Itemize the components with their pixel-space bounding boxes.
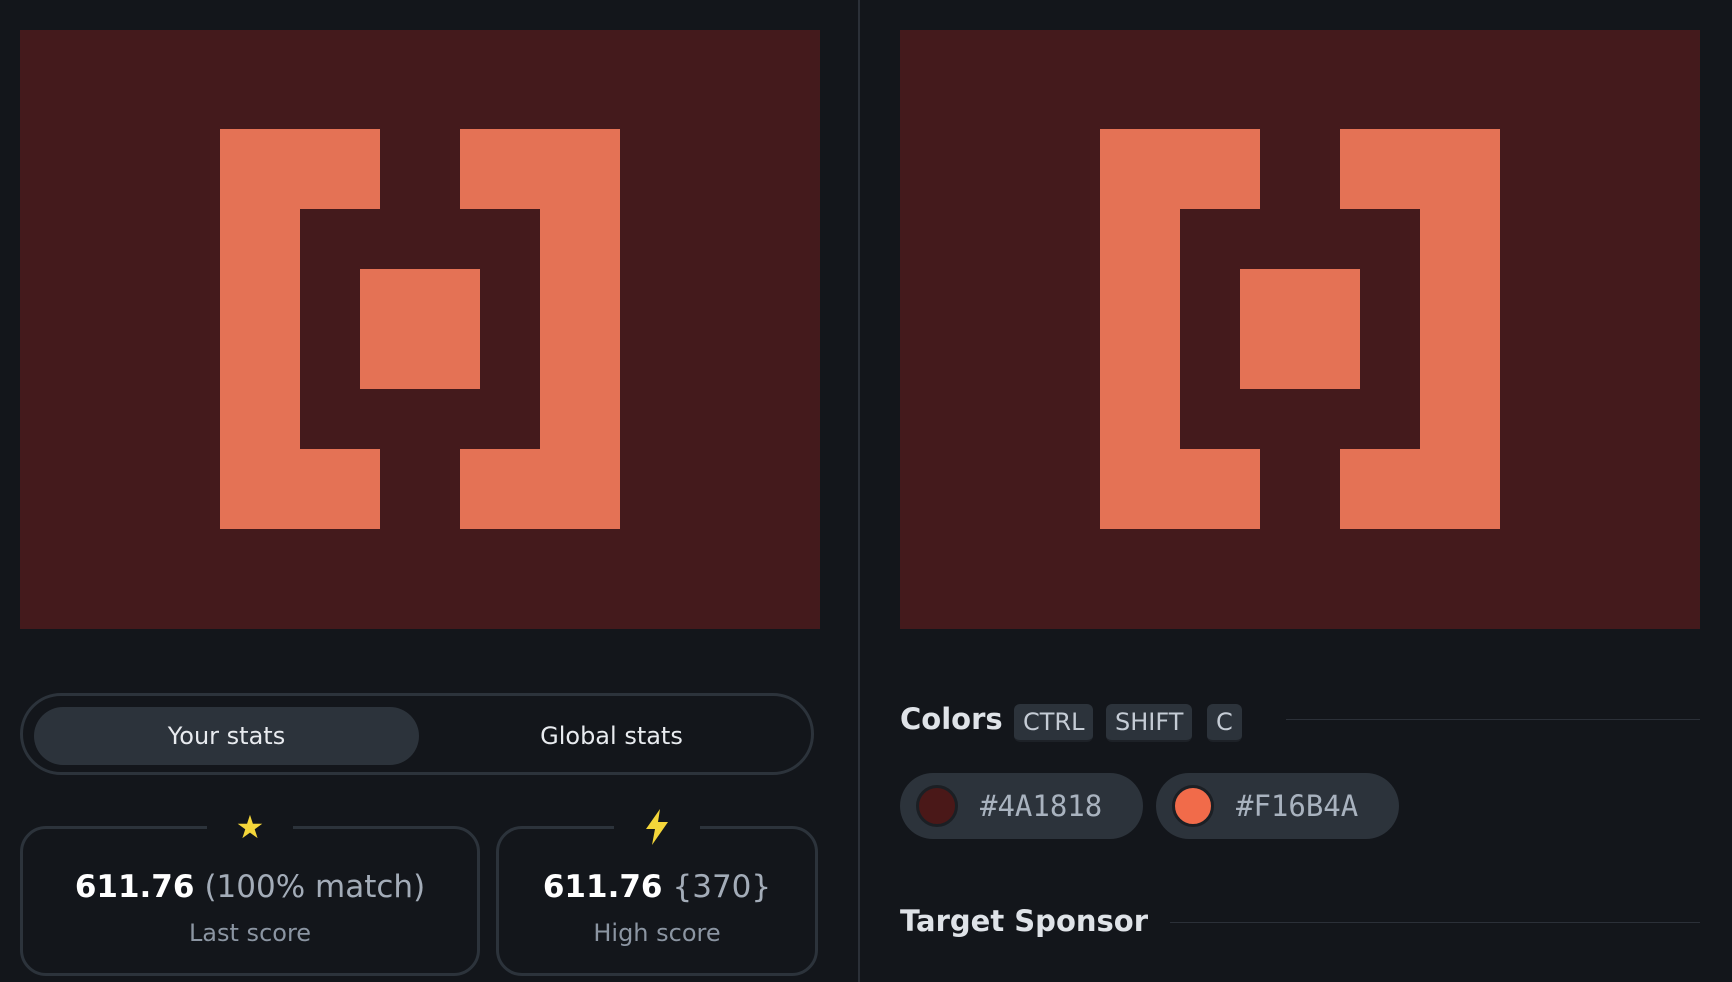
swatch-hex: #4A1818 [980,789,1103,823]
app-root: Your stats Global stats ★ 611.76 (100% ma… [0,0,1732,982]
last-score-match: (100% match) [204,869,426,905]
color-swatch-foreground[interactable]: #F16B4A [1156,773,1399,839]
panel-divider [858,0,860,982]
colors-heading: Colors [900,702,1003,736]
lightning-icon [614,807,700,847]
last-score-label: Last score [188,919,312,947]
last-score-card: ★ 611.76 (100% match) Last score [20,807,480,976]
swatch-hex: #F16B4A [1236,789,1359,823]
left-bracket-shape [1100,129,1260,529]
kbd-shift: SHIFT [1106,704,1193,742]
swatch-dot [1172,785,1214,827]
sponsor-divider [1170,922,1700,923]
left-bracket-shape [220,129,380,529]
star-icon: ★ [207,807,293,847]
last-score-line: 611.76 (100% match) [23,869,477,905]
right-bracket-shape [460,129,620,529]
tab-global-stats[interactable]: Global stats [419,707,804,765]
high-score-value: 611.76 [542,869,663,905]
stats-toggle: Your stats Global stats [20,693,814,775]
color-swatch-background[interactable]: #4A1818 [900,773,1143,839]
target-sponsor-heading: Target Sponsor [900,904,1149,938]
colors-divider [1286,719,1700,720]
high-score-count: {370} [672,869,772,905]
tab-your-stats[interactable]: Your stats [34,707,419,765]
kbd-ctrl: CTRL [1014,704,1094,742]
high-score-line: 611.76 {370} [499,869,815,905]
output-canvas[interactable] [20,30,820,629]
target-canvas [900,30,1700,629]
high-score-card: 611.76 {370} High score [496,807,818,976]
high-score-label: High score [593,919,721,947]
center-square-shape [360,269,480,389]
center-square-shape [1240,269,1360,389]
right-bracket-shape [1340,129,1500,529]
swatch-dot [916,785,958,827]
kbd-c: C [1207,704,1242,742]
last-score-value: 611.76 [74,869,195,905]
